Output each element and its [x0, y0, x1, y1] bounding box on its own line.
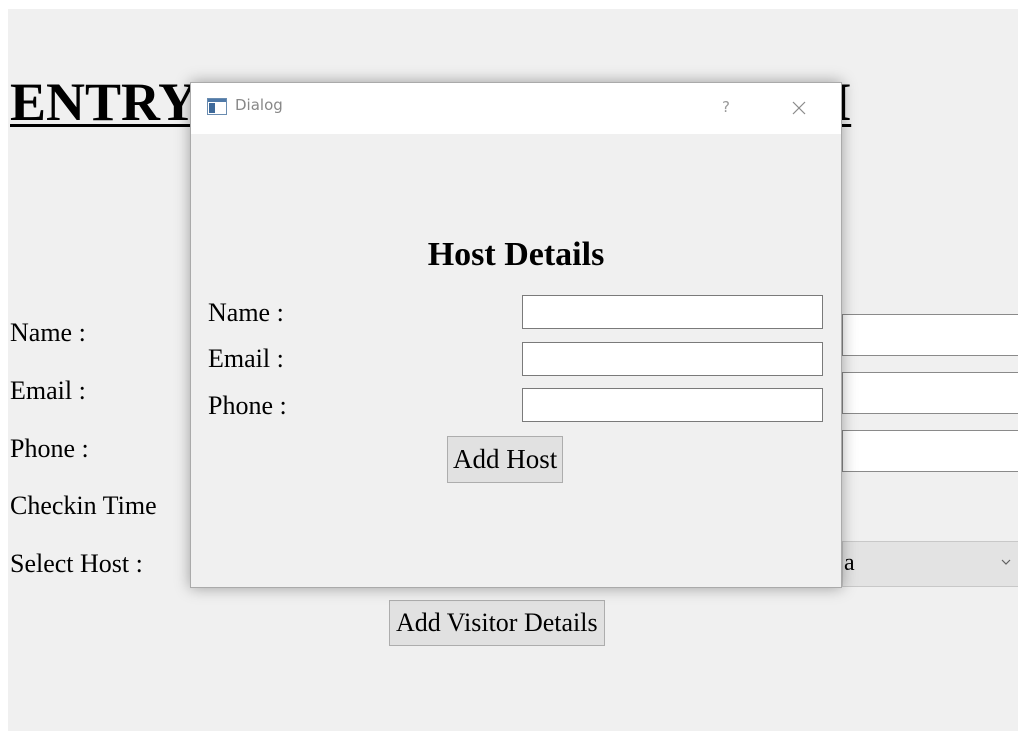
dialog-title: Dialog — [235, 96, 283, 114]
visitor-name-input[interactable] — [842, 314, 1018, 356]
add-visitor-details-button[interactable]: Add Visitor Details — [389, 600, 605, 646]
dialog-titlebar[interactable]: Dialog ? — [191, 83, 841, 134]
add-host-button[interactable]: Add Host — [447, 436, 564, 483]
host-phone-input[interactable] — [522, 388, 823, 422]
visitor-phone-input[interactable] — [842, 430, 1018, 472]
visitor-name-label: Name : — [10, 318, 86, 347]
checkin-time-label: Checkin Time — [10, 491, 157, 520]
host-phone-label: Phone : — [208, 391, 287, 420]
visitor-email-input[interactable] — [842, 372, 1018, 414]
host-email-label: Email : — [208, 344, 284, 373]
visitor-phone-label: Phone : — [10, 434, 89, 463]
help-icon[interactable]: ? — [711, 92, 741, 122]
visitor-email-label: Email : — [10, 376, 86, 405]
host-email-input[interactable] — [522, 342, 823, 376]
window-app-icon — [207, 98, 227, 115]
host-name-label: Name : — [208, 298, 284, 327]
close-icon[interactable] — [785, 95, 813, 121]
host-details-dialog: Dialog ? Host Details Name : Email : Pho… — [190, 82, 842, 588]
select-host-label: Select Host : — [10, 549, 143, 578]
host-details-heading: Host Details — [427, 236, 605, 273]
chevron-down-icon — [1001, 559, 1011, 565]
select-host-value: a — [844, 550, 855, 576]
select-host-combobox[interactable]: a — [842, 541, 1018, 587]
host-name-input[interactable] — [522, 295, 823, 329]
